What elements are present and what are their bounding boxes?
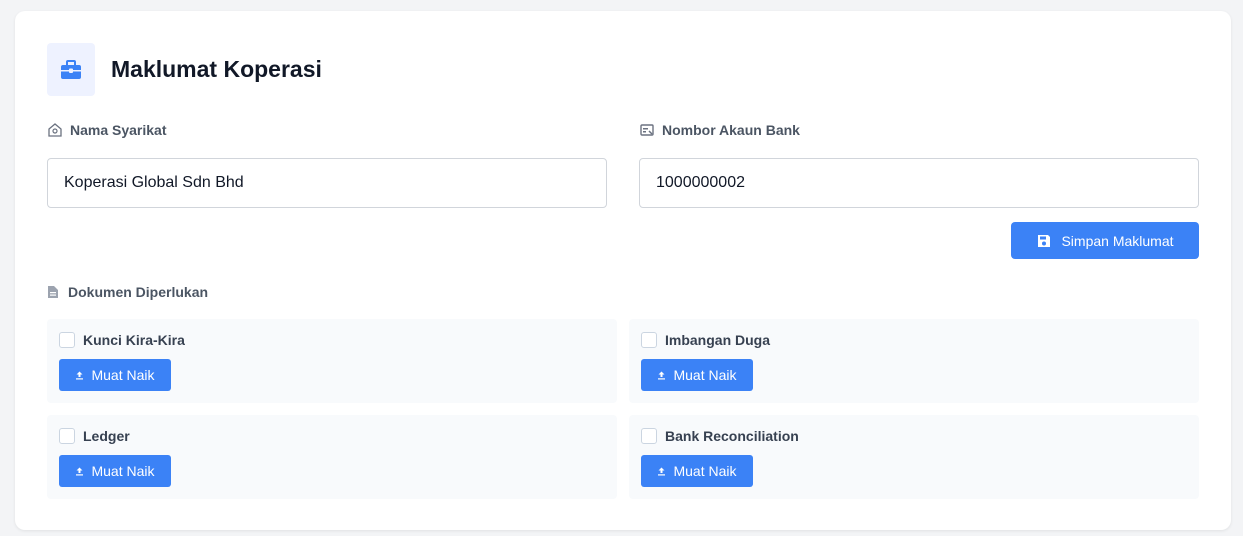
upload-button[interactable]: Muat Naik [641, 359, 753, 391]
upload-icon [658, 467, 666, 475]
page-header: Maklumat Koperasi [47, 43, 322, 96]
document-item: Imbangan Duga Muat Naik [629, 319, 1199, 403]
document-item: Bank Reconciliation Muat Naik [629, 415, 1199, 499]
upload-button[interactable]: Muat Naik [641, 455, 753, 487]
document-checkbox[interactable] [641, 332, 657, 348]
coop-info-card: Maklumat Koperasi Nama Syarikat Koperasi… [15, 11, 1231, 530]
bank-card-icon [640, 124, 654, 136]
document-item: Kunci Kira-Kira Muat Naik [47, 319, 617, 403]
upload-button-label: Muat Naik [673, 367, 737, 383]
briefcase-icon [47, 43, 95, 96]
save-button-label: Simpan Maklumat [1061, 232, 1174, 249]
document-icon [48, 286, 58, 298]
document-checkbox[interactable] [641, 428, 657, 444]
company-name-field: Nama Syarikat Koperasi Global Sdn Bhd [47, 121, 607, 208]
document-name: Bank Reconciliation [665, 428, 799, 444]
upload-icon [76, 467, 84, 475]
upload-button[interactable]: Muat Naik [59, 455, 171, 487]
save-icon [1038, 234, 1051, 247]
upload-button-label: Muat Naik [91, 367, 155, 383]
upload-button-label: Muat Naik [91, 463, 155, 479]
upload-icon [658, 371, 666, 379]
document-checkbox[interactable] [59, 332, 75, 348]
upload-button[interactable]: Muat Naik [59, 359, 171, 391]
upload-button-label: Muat Naik [673, 463, 737, 479]
document-checkbox[interactable] [59, 428, 75, 444]
document-item: Ledger Muat Naik [47, 415, 617, 499]
save-info-button[interactable]: Simpan Maklumat [1011, 222, 1199, 259]
documents-label: Dokumen Diperlukan [68, 284, 209, 300]
page-title: Maklumat Koperasi [111, 56, 322, 82]
company-name-input[interactable]: Koperasi Global Sdn Bhd [47, 158, 607, 208]
bank-account-field: Nombor Akaun Bank 1000000002 [639, 121, 1199, 208]
building-icon [48, 123, 62, 137]
bank-account-input[interactable]: 1000000002 [639, 158, 1199, 208]
bank-account-label: Nombor Akaun Bank [662, 122, 800, 138]
document-name: Ledger [83, 428, 130, 444]
document-name: Kunci Kira-Kira [83, 332, 185, 348]
documents-section-label: Dokumen Diperlukan [47, 284, 208, 300]
document-name: Imbangan Duga [665, 332, 771, 348]
upload-icon [76, 371, 84, 379]
company-name-label: Nama Syarikat [70, 122, 167, 138]
